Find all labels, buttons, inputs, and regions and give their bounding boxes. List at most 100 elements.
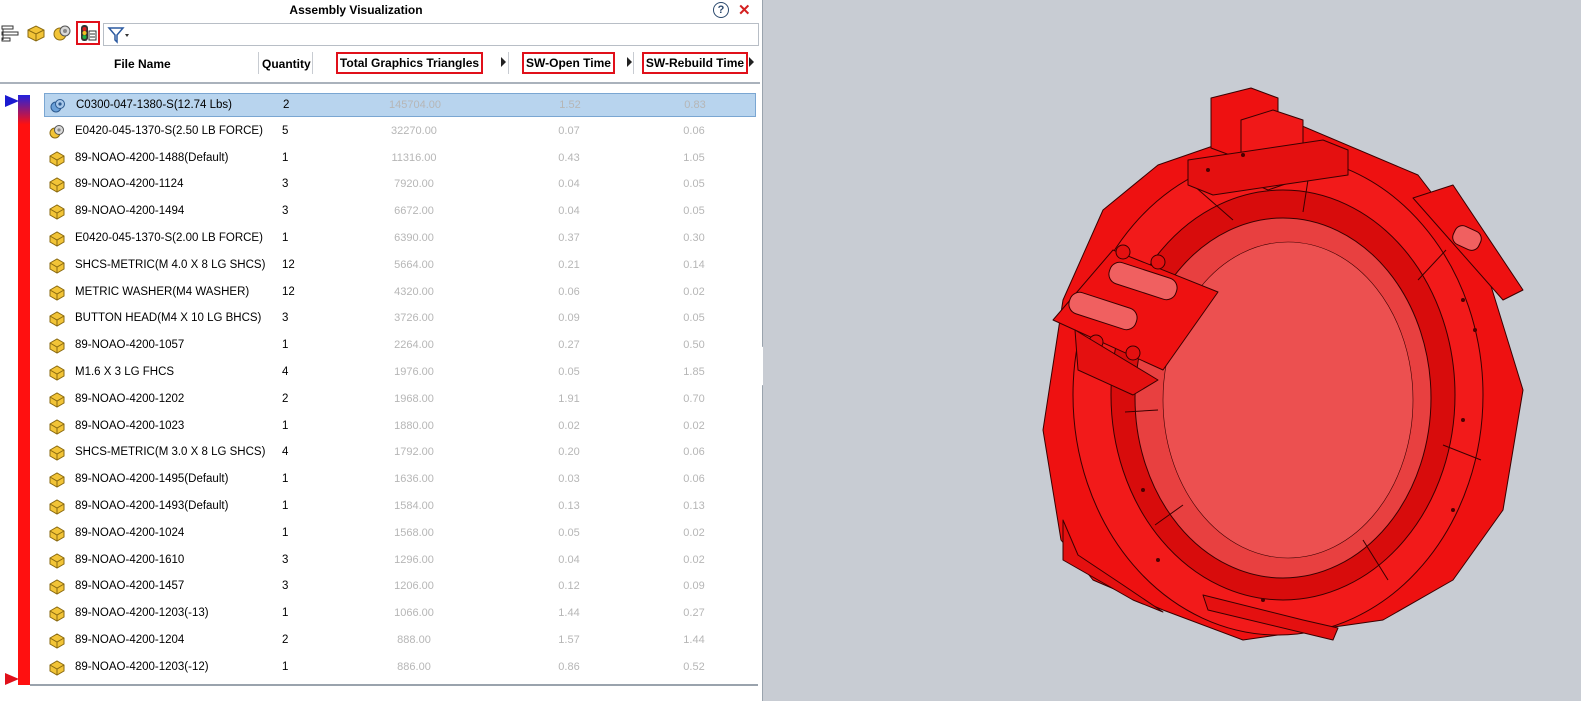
file-name-cell: 89-NOAO-4200-1023 [75, 419, 185, 432]
open-time-cell: 0.02 [558, 419, 580, 432]
column-sw-rebuild-time[interactable]: SW-Rebuild Time [642, 52, 748, 74]
visualization-slider-track[interactable] [18, 95, 30, 685]
table-row[interactable]: SHCS-METRIC(M 3.0 X 8 LG SHCS) 4 1792.00 0.… [44, 441, 756, 465]
quantity-cell: 1 [282, 660, 289, 673]
rebuild-time-cell: 0.52 [683, 660, 705, 673]
column-divider[interactable] [508, 52, 509, 74]
open-time-cell: 0.21 [558, 258, 580, 271]
triangles-cell: 3726.00 [394, 312, 434, 325]
table-row[interactable]: 89-NOAO-4200-1493(Default) 1 1584.00 0.13 0.… [44, 495, 756, 519]
assembly-icon[interactable] [51, 22, 73, 44]
table-row[interactable]: 89-NOAO-4200-1023 1 1880.00 0.02 0.02 [44, 415, 756, 439]
filter-input[interactable] [103, 23, 759, 46]
table-row[interactable]: 89-NOAO-4200-1057 1 2264.00 0.27 0.50 [44, 334, 756, 358]
quantity-cell: 3 [282, 205, 289, 218]
quantity-cell: 3 [282, 312, 289, 325]
sort-arrow-icon[interactable] [627, 57, 632, 67]
part-icon [48, 150, 66, 168]
rebuild-time-cell: 0.83 [684, 99, 706, 111]
quantity-cell: 12 [282, 285, 295, 298]
close-icon[interactable]: ✕ [738, 1, 751, 19]
quantity-cell: 3 [282, 580, 289, 593]
open-time-cell: 0.04 [558, 178, 580, 191]
triangles-cell: 1636.00 [394, 473, 434, 486]
table-row[interactable]: 89-NOAO-4200-1202 2 1968.00 1.91 0.70 [44, 388, 756, 412]
column-file-name[interactable]: File Name [114, 57, 171, 71]
column-sw-open-time[interactable]: SW-Open Time [522, 52, 615, 74]
table-row[interactable]: SHCS-METRIC(M 4.0 X 8 LG SHCS) 12 5664.00 0… [44, 254, 756, 278]
column-divider[interactable] [633, 52, 634, 74]
triangles-cell: 1568.00 [394, 526, 434, 539]
slider-bottom-handle[interactable] [5, 673, 19, 685]
rebuild-time-cell: 0.02 [683, 526, 705, 539]
table-row[interactable]: 89-NOAO-4200-1610 3 1296.00 0.04 0.02 [44, 549, 756, 573]
part-icon [48, 498, 66, 516]
quantity-cell: 1 [282, 607, 289, 620]
triangles-cell: 5664.00 [394, 258, 434, 271]
part-icon[interactable] [25, 22, 47, 44]
assembly-icon [48, 123, 66, 141]
file-name-cell: SHCS-METRIC(M 4.0 X 8 LG SHCS) [75, 258, 266, 271]
slider-top-handle[interactable] [5, 95, 19, 107]
part-icon [48, 257, 66, 275]
table-row[interactable]: 89-NOAO-4200-1024 1 1568.00 0.05 0.02 [44, 522, 756, 546]
panel-title: Assembly Visualization [289, 3, 423, 17]
triangles-cell: 1066.00 [394, 607, 434, 620]
file-name-cell: M1.6 X 3 LG FHCS [75, 366, 175, 378]
rebuild-time-cell: 0.30 [683, 232, 705, 244]
column-divider[interactable] [258, 52, 259, 74]
sort-arrow-icon[interactable] [749, 57, 754, 67]
quantity-cell: 3 [282, 178, 289, 191]
open-time-cell: 0.04 [558, 205, 580, 218]
rebuild-time-cell: 0.05 [683, 178, 705, 191]
column-header-row: File Name Quantity Total Graphics Triang… [0, 50, 762, 80]
part-icon [48, 605, 66, 623]
table-row[interactable]: 89-NOAO-4200-1494 3 6672.00 0.04 0.05 [44, 200, 756, 224]
quantity-cell: 1 [282, 151, 289, 164]
column-divider[interactable] [312, 52, 313, 74]
triangles-cell: 888.00 [397, 634, 431, 646]
table-row[interactable]: 89-NOAO-4200-1457 3 1206.00 0.12 0.09 [44, 575, 756, 599]
file-name-cell: 89-NOAO-4200-1202 [75, 392, 185, 405]
open-time-cell: 0.86 [558, 660, 580, 673]
file-name-cell: 89-NOAO-4200-1495(Default) [75, 473, 229, 486]
open-time-cell: 1.52 [559, 99, 581, 111]
part-icon [48, 659, 66, 677]
triangles-cell: 1968.00 [394, 392, 434, 405]
table-row[interactable]: 89-NOAO-4200-1204 2 888.00 1.57 1.44 [44, 629, 756, 653]
tree-view-icon[interactable] [0, 22, 22, 44]
table-row[interactable]: 89-NOAO-4200-1488(Default) 1 11316.00 0.43 1… [44, 147, 756, 171]
table-row[interactable]: E0420-045-1370-S(2.50 LB FORCE) 5 32270.00… [44, 120, 756, 144]
part-icon [48, 444, 66, 462]
part-icon [48, 391, 66, 409]
filter-icon[interactable] [107, 26, 131, 44]
triangles-cell: 7920.00 [394, 178, 434, 191]
open-time-cell: 0.09 [558, 312, 580, 325]
table-row[interactable]: METRIC WASHER(M4 WASHER) 12 4320.00 0.06 0.0… [44, 281, 756, 305]
quantity-cell: 2 [282, 634, 289, 646]
rebuild-time-cell: 0.06 [683, 124, 705, 137]
table-row[interactable]: 89-NOAO-4200-1495(Default) 1 1636.00 0.03 0.… [44, 468, 756, 492]
column-total-graphics-triangles[interactable]: Total Graphics Triangles [336, 52, 483, 74]
assembly-visualization-panel: Assembly Visualization ? ✕ File Name Qua… [0, 0, 763, 701]
column-quantity[interactable]: Quantity [262, 57, 311, 71]
table-row[interactable]: 89-NOAO-4200-1203(-13) 1 1066.00 1.44 0.27 [44, 602, 756, 626]
table-row[interactable]: 89-NOAO-4200-1124 3 7920.00 0.04 0.05 [44, 173, 756, 197]
color-property-icon[interactable] [76, 21, 100, 45]
file-name-cell: 89-NOAO-4200-1488(Default) [75, 151, 229, 164]
sort-arrow-icon[interactable] [501, 57, 506, 67]
table-row[interactable]: M1.6 X 3 LG FHCS 4 1976.00 0.05 1.85 [44, 361, 756, 385]
quantity-cell: 1 [282, 526, 289, 539]
table-row[interactable]: C0300-047-1380-S(12.74 Lbs) 2 145704.00 1.5… [44, 93, 756, 117]
file-name-cell: 89-NOAO-4200-1203(-12) [75, 660, 209, 673]
help-icon[interactable]: ? [713, 2, 729, 18]
rebuild-time-cell: 0.02 [683, 285, 705, 298]
graphics-viewport[interactable] [763, 0, 1581, 701]
list-bottom-border [30, 684, 758, 686]
table-row[interactable]: BUTTON HEAD(M4 X 10 LG BHCS) 3 3726.00 0.09… [44, 307, 756, 331]
table-row[interactable]: 89-NOAO-4200-1203(-12) 1 886.00 0.86 0.52 [44, 656, 756, 680]
triangles-cell: 1584.00 [394, 500, 434, 512]
part-icon [48, 284, 66, 302]
table-row[interactable]: E0420-045-1370-S(2.00 LB FORCE) 1 6390.00 0… [44, 227, 756, 251]
open-time-cell: 0.37 [558, 232, 580, 244]
